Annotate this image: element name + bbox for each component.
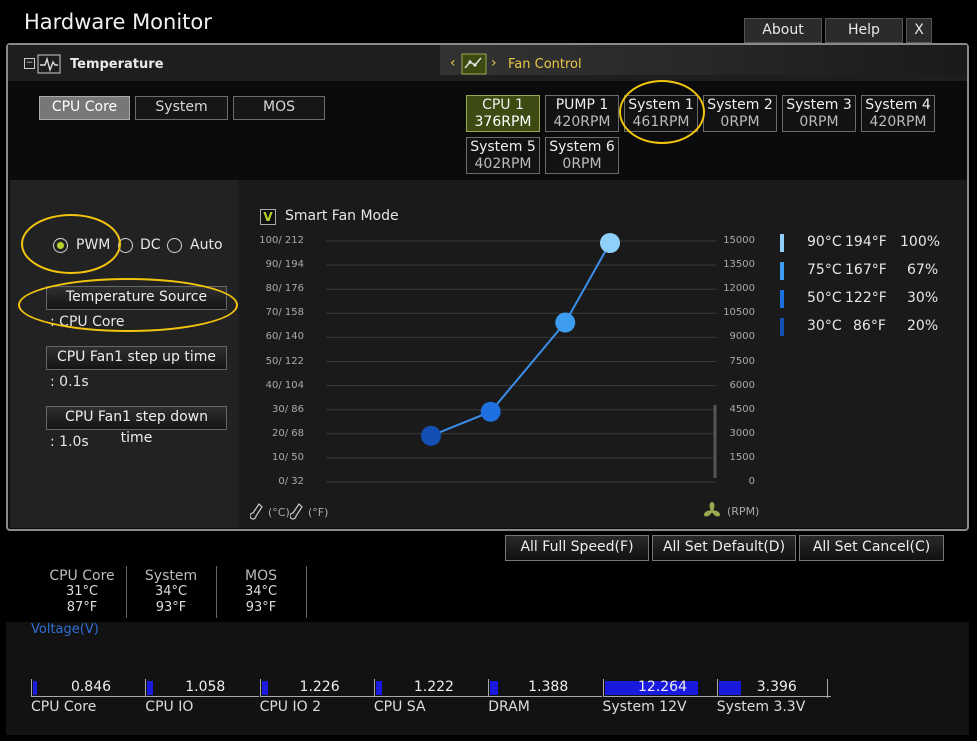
voltage-name: CPU IO: [145, 699, 194, 715]
legend-celsius: 30°C: [807, 318, 842, 334]
reading-name: System: [144, 568, 198, 584]
legend-swatch: [780, 290, 784, 308]
legend-percent: 30%: [907, 290, 939, 306]
curve-point[interactable]: [480, 401, 501, 422]
legend-swatch: [780, 318, 784, 336]
reading-fahrenheit: 93°F: [245, 600, 277, 615]
reading-celsius: 34°C: [244, 584, 278, 599]
voltage-fill: [490, 681, 498, 695]
fan-icon: [703, 502, 721, 517]
voltage-item: 1.388 DRAM: [488, 679, 603, 715]
voltage-value: 1.388: [528, 679, 569, 695]
voltage-item: 0.846 CPU Core: [31, 679, 145, 715]
legend-swatch: [780, 234, 784, 252]
legend-fahrenheit: 122°F: [845, 290, 887, 306]
voltage-value: 0.846: [70, 679, 112, 695]
divider: [306, 566, 307, 618]
voltage-name: CPU Core: [31, 699, 97, 715]
reading-mos: MOS 34°C 93°F: [221, 568, 301, 616]
curve-segment: [564, 242, 611, 324]
voltage-item: 1.222 CPU SA: [373, 679, 488, 715]
legend-percent: 20%: [907, 318, 939, 334]
legend-swatch: [780, 262, 784, 280]
curve-segment: [489, 321, 567, 413]
voltage-value: 1.222: [413, 679, 454, 695]
reading-celsius: 31°C: [65, 584, 99, 599]
rpm-unit-label: (RPM): [727, 505, 760, 518]
voltage-value: 3.396: [756, 679, 797, 695]
voltage-name: CPU IO 2: [259, 699, 322, 715]
legend-celsius: 50°C: [807, 290, 842, 306]
voltage-value: 12.264: [638, 679, 687, 695]
voltage-fill: [33, 681, 38, 695]
voltage-name: CPU SA: [373, 699, 426, 715]
voltage-fill: [147, 681, 153, 695]
reading-name: MOS: [245, 568, 277, 584]
divider: [216, 566, 217, 618]
reading-fahrenheit: 87°F: [66, 600, 98, 615]
voltage-item: 1.226 CPU IO 2: [259, 679, 374, 715]
legend-percent: 67%: [907, 262, 939, 278]
voltage-fill: [261, 681, 269, 695]
legend-celsius: 90°C: [807, 234, 842, 250]
all-set-default-button[interactable]: All Set Default(D): [652, 535, 796, 561]
voltage-scale-end: [827, 679, 828, 698]
voltage-item: 12.264 System 12V: [602, 679, 717, 715]
voltage-title: Voltage(V): [31, 622, 99, 637]
thermometer-f-icon: [290, 503, 303, 520]
reading-system: System 34°C 93°F: [131, 568, 211, 616]
all-set-cancel-button[interactable]: All Set Cancel(C): [799, 535, 944, 561]
curve-point[interactable]: [555, 312, 576, 333]
reading-fahrenheit: 93°F: [155, 600, 187, 615]
voltage-item: 1.058 CPU IO: [145, 679, 260, 715]
legend-fahrenheit: 86°F: [853, 318, 886, 334]
curve-point[interactable]: [600, 233, 620, 253]
legend-percent: 100%: [900, 234, 941, 250]
voltage-value: 1.058: [185, 679, 226, 695]
reading-name: CPU Core: [49, 568, 115, 584]
voltage-name: System 3.3V: [716, 699, 806, 715]
reading-celsius: 34°C: [154, 584, 188, 599]
celsius-unit-label: (°C): [268, 506, 290, 519]
legend-fahrenheit: 194°F: [845, 234, 887, 250]
divider: [126, 566, 127, 618]
voltage-item: 3.396 System 3.3V: [716, 679, 831, 715]
legend-fahrenheit: 167°F: [845, 262, 887, 278]
voltage-value: 1.226: [299, 679, 340, 695]
all-full-speed-button[interactable]: All Full Speed(F): [505, 535, 649, 561]
voltage-name: DRAM: [488, 699, 530, 715]
fahrenheit-unit-label: (°F): [308, 506, 329, 519]
curve-point[interactable]: [421, 425, 441, 446]
reading-cpu-core: CPU Core 31°C 87°F: [42, 568, 122, 616]
legend-celsius: 75°C: [807, 262, 842, 278]
thermometer-c-icon: [250, 503, 263, 520]
voltage-fill: [375, 681, 383, 695]
voltage-name: System 12V: [602, 699, 687, 715]
